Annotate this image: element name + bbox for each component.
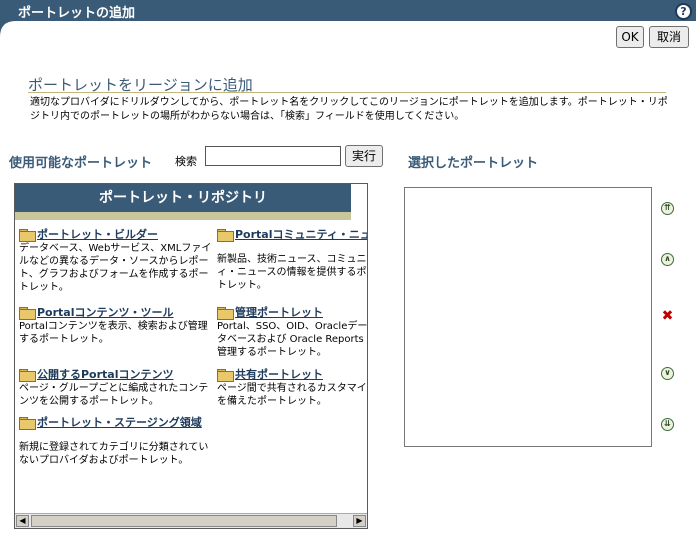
- folder-icon: [217, 229, 234, 242]
- folder-icon: [19, 417, 36, 430]
- available-portlets-label: 使用可能なポートレット: [9, 156, 153, 171]
- scroll-right-icon[interactable]: ▶: [353, 515, 366, 527]
- move-to-bottom-icon[interactable]: ⇊: [661, 418, 674, 431]
- scroll-left-icon[interactable]: ◀: [16, 515, 29, 527]
- repository-item-link[interactable]: ポートレット・ビルダー: [37, 228, 158, 241]
- repository-item: ポートレット・ビルダー データベース、Webサービス、XMLファイルなどの異なる…: [19, 228, 215, 294]
- title-bar-curve: [0, 21, 16, 37]
- folder-icon: [217, 369, 234, 382]
- repository-item-link[interactable]: 共有ポートレット: [235, 368, 323, 381]
- folder-icon: [217, 307, 234, 320]
- repository-item-desc: 新製品、技術ニュース、コミュニティ・ニュースの情報を提供するポートレット。: [217, 254, 368, 291]
- move-to-top-icon[interactable]: ⇈: [661, 202, 674, 215]
- repository-item-desc: Portal、SSO、OID、Oracleデータベースおよび Oracle Re…: [217, 321, 368, 358]
- title-bar: ポートレットの追加 ?: [0, 0, 696, 21]
- repository-item-link[interactable]: 管理ポートレット: [235, 306, 323, 319]
- repository-item-desc: データベース、Webサービス、XMLファイルなどの異なるデータ・ソースからレポー…: [19, 243, 212, 293]
- repository-item: 公開するPortalコンテンツ ページ・グループごとに編成されたコンテンツを公開…: [19, 368, 215, 408]
- folder-icon: [19, 369, 36, 382]
- search-input[interactable]: [205, 146, 341, 166]
- ok-button[interactable]: OK: [616, 26, 644, 48]
- selected-portlets-label: 選択したポートレット: [408, 156, 539, 171]
- delete-icon[interactable]: ✖: [661, 309, 674, 323]
- repository-item: 管理ポートレット Portal、SSO、OID、Oracleデータベースおよび …: [217, 306, 368, 359]
- folder-icon: [19, 229, 36, 242]
- page-title: ポートレットの追加: [18, 6, 136, 21]
- repository-item: ポートレット・ステージング領域 新規に登録されてカテゴリに分類されていないプロバ…: [19, 416, 215, 467]
- search-label: 検索: [175, 155, 197, 168]
- repository-title: ポートレット・リポジトリ: [15, 184, 351, 212]
- repository-item-link[interactable]: Portalコンテンツ・ツール: [37, 306, 174, 319]
- repository-item-desc: ページ間で共有されるカスタマイズを備えたポートレット。: [217, 383, 368, 407]
- repository-item: Portalコンテンツ・ツール Portalコンテンツを表示、検索および管理する…: [19, 306, 215, 346]
- instructions-text: 適切なプロバイダにドリルダウンしてから、ポートレット名をクリックしてこのリージョ…: [30, 97, 668, 122]
- repository-item-link[interactable]: Portalコミュニティ・ニュース: [235, 228, 367, 241]
- repository-item: 共有ポートレット ページ間で共有されるカスタマイズを備えたポートレット。: [217, 368, 368, 408]
- repository-header-underbar: [15, 212, 351, 220]
- folder-icon: [19, 307, 36, 320]
- selected-portlets-list[interactable]: [404, 187, 652, 447]
- run-search-button[interactable]: 実行: [345, 145, 383, 167]
- repository-item-link[interactable]: ポートレット・ステージング領域: [37, 416, 202, 429]
- portlet-repository-frame[interactable]: ポートレット・リポジトリ ポートレット・ビルダー データベース、Webサービス、…: [14, 183, 368, 529]
- move-up-icon[interactable]: ∧: [661, 253, 674, 266]
- scrollbar-thumb[interactable]: [31, 515, 337, 527]
- repository-item-link[interactable]: 公開するPortalコンテンツ: [37, 368, 174, 381]
- section-divider: [28, 92, 666, 93]
- cancel-button[interactable]: 取消: [649, 26, 689, 48]
- repository-item-desc: 新規に登録されてカテゴリに分類されていないプロバイダおよびポートレット。: [19, 442, 209, 466]
- horizontal-scrollbar[interactable]: ◀ ▶: [15, 513, 367, 528]
- repository-item-desc: Portalコンテンツを表示、検索および管理するポートレット。: [19, 321, 208, 345]
- repository-item: Portalコミュニティ・ニュース 新製品、技術ニュース、コミュニティ・ニュース…: [217, 228, 368, 292]
- move-down-icon[interactable]: ∨: [661, 367, 674, 380]
- repository-item-desc: ページ・グループごとに編成されたコンテンツを公開するポートレット。: [19, 383, 209, 407]
- help-icon[interactable]: ?: [675, 3, 692, 20]
